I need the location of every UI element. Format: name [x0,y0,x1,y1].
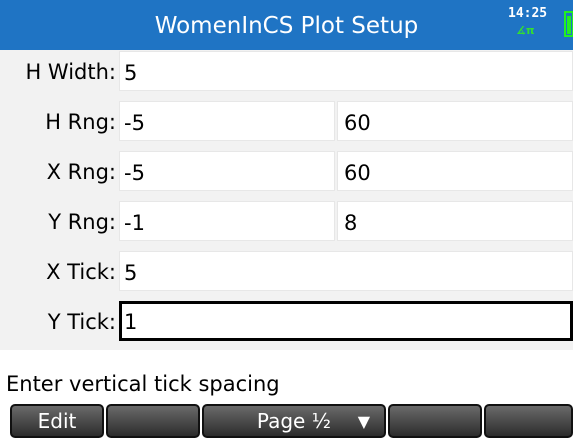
page-button[interactable]: Page ½ ▼ [202,404,386,438]
y-range-min-field[interactable]: -1 [119,201,335,241]
x-range-max-field[interactable]: 60 [337,151,573,191]
battery-icon [564,11,573,37]
empty-softkey-6[interactable] [484,404,573,438]
soft-menu-bar: Edit Page ½ ▼ [0,402,573,438]
y-range-label: Y Rng: [48,210,116,234]
y-range-row: Y Rng: -1 8 [0,200,573,242]
y-tick-row: Y Tick: 1 [0,300,573,342]
page-button-label: Page ½ [256,409,332,433]
edit-button-label: Edit [37,409,77,433]
x-range-row: X Rng: -5 60 [0,150,573,192]
y-tick-label: Y Tick: [47,310,116,334]
x-tick-label: X Tick: [46,260,116,284]
h-range-label: H Rng: [45,110,116,134]
h-width-label: H Width: [25,60,116,84]
y-tick-field[interactable]: 1 [119,301,573,341]
x-tick-row: X Tick: 5 [0,250,573,292]
empty-softkey-5[interactable] [388,404,482,438]
h-range-row: H Rng: -5 60 [0,100,573,142]
h-width-row: H Width: 5 [0,50,573,92]
y-range-max-field[interactable]: 8 [337,201,573,241]
clock: 14:25 [508,6,548,21]
h-range-min-field[interactable]: -5 [119,101,335,141]
help-text: Enter vertical tick spacing [6,372,280,396]
page-dropdown-icon: ▼ [357,412,370,431]
h-width-field[interactable]: 5 [119,51,573,91]
x-range-label: X Rng: [46,160,116,184]
title-bar: WomenInCS Plot Setup 14:25 ∡π [0,0,573,50]
empty-softkey-2[interactable] [106,404,200,438]
h-range-max-field[interactable]: 60 [337,101,573,141]
angle-mode-indicator: ∡π [516,24,535,37]
app-title: WomenInCS Plot Setup [154,13,419,39]
edit-button[interactable]: Edit [10,404,104,438]
x-tick-field[interactable]: 5 [119,251,573,291]
x-range-min-field[interactable]: -5 [119,151,335,191]
